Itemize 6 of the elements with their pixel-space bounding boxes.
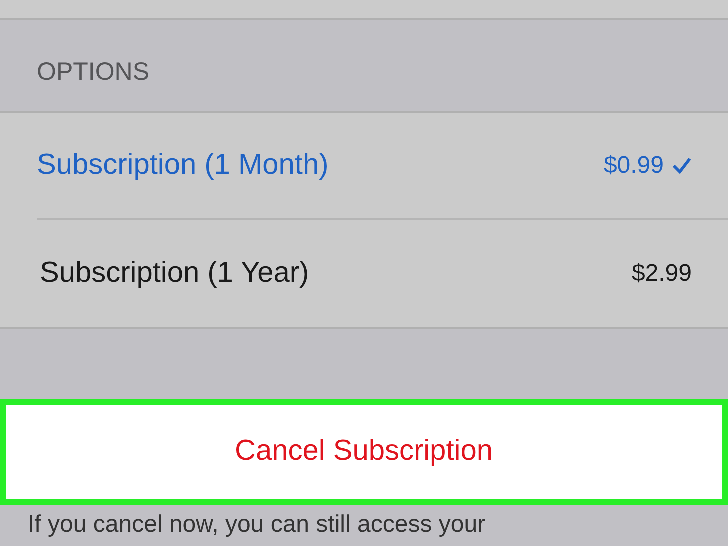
subscription-option[interactable]: Subscription (1 Month) $0.99 — [37, 144, 692, 188]
checkmark-icon — [672, 156, 692, 174]
section-header: OPTIONS — [37, 56, 150, 88]
subscription-option[interactable]: Subscription (1 Year) $2.99 — [37, 252, 692, 296]
cancel-subscription-button[interactable]: Cancel Subscription — [0, 399, 728, 505]
footer-text: If you cancel now, you can still access your — [28, 511, 486, 538]
